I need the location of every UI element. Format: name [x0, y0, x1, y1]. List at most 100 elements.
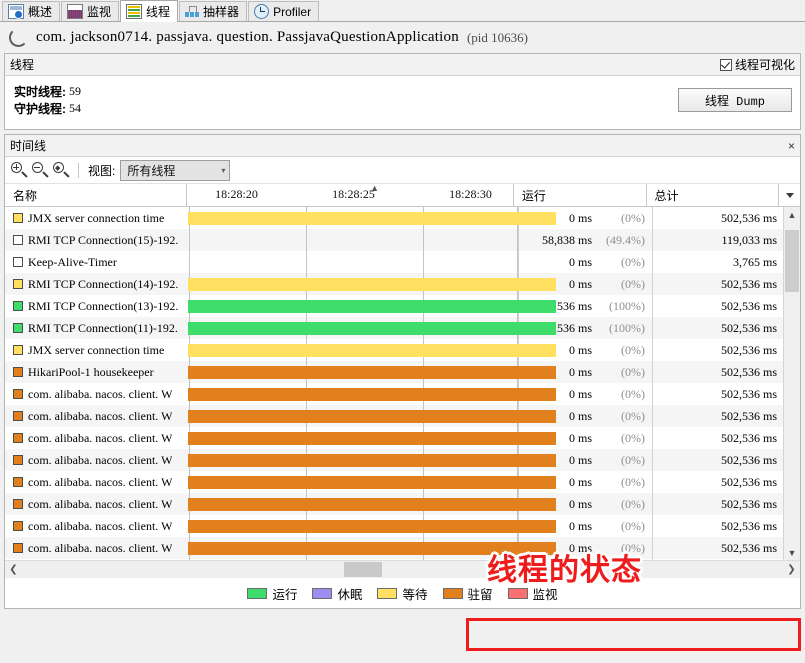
thread-timeline-cell[interactable]: [188, 317, 556, 339]
horizontal-scrollbar[interactable]: ❮ ❯: [5, 560, 800, 578]
scroll-up-icon[interactable]: ▲: [784, 207, 800, 222]
thread-timeline-cell[interactable]: [188, 383, 556, 405]
close-icon[interactable]: ×: [788, 140, 795, 152]
thread-state-swatch[interactable]: [13, 389, 23, 399]
tab-monitor[interactable]: 监视: [61, 1, 120, 21]
legend-swatch: [247, 587, 268, 599]
thread-state-swatch[interactable]: [13, 235, 23, 245]
total-time-cell: 502,536 ms: [652, 295, 783, 317]
thread-timeline-cell[interactable]: [188, 273, 556, 295]
horizontal-scroll-track[interactable]: [22, 561, 783, 578]
zoom-out-icon[interactable]: [32, 162, 49, 178]
table-row[interactable]: RMI TCP Connection(15)-192. 58,838 ms (49.…: [5, 229, 783, 251]
timeline-bar[interactable]: [188, 212, 556, 225]
column-header-name[interactable]: 名称: [5, 184, 186, 206]
horizontal-scroll-thumb[interactable]: [344, 562, 382, 577]
table-row[interactable]: Keep-Alive-Timer 0 ms (0%) 3,765 ms: [5, 251, 783, 273]
tab-profiler-label: Profiler: [273, 4, 312, 19]
thread-timeline-cell[interactable]: [188, 229, 518, 251]
vertical-scroll-track[interactable]: [784, 222, 800, 545]
thread-state-swatch[interactable]: [13, 323, 23, 333]
tab-profiler[interactable]: Profiler: [248, 1, 320, 21]
thread-dump-button[interactable]: 线程 Dump: [678, 88, 792, 112]
state-legend: 运行 休眠 等待 驻留 监视: [5, 578, 800, 608]
total-time-value: 502,536 ms: [720, 518, 777, 533]
table-row[interactable]: HikariPool-1 housekeeper 0 ms (0%) 502,536 …: [5, 361, 783, 383]
column-header-total[interactable]: 总计: [645, 184, 779, 206]
thread-timeline-cell[interactable]: [188, 339, 556, 361]
timeline-bar[interactable]: [188, 322, 556, 335]
timeline-bar[interactable]: [188, 366, 556, 379]
table-row[interactable]: com. alibaba. nacos. client. W0 ms(0%)50…: [5, 493, 783, 515]
timeline-bar[interactable]: [188, 498, 556, 511]
thread-timeline-cell[interactable]: [188, 295, 556, 317]
view-select[interactable]: 所有线程 ▾: [120, 159, 231, 181]
thread-timeline-cell[interactable]: [188, 361, 556, 383]
timeline-bar[interactable]: [188, 454, 556, 467]
thread-timeline-cell[interactable]: [188, 449, 556, 471]
timeline-gridline: [189, 229, 190, 251]
timeline-bar[interactable]: [188, 432, 556, 445]
timeline-bar[interactable]: [188, 388, 556, 401]
tab-threads[interactable]: 线程: [120, 0, 179, 22]
thread-timeline-cell[interactable]: [188, 251, 518, 273]
thread-state-swatch[interactable]: [13, 477, 23, 487]
thread-timeline-cell[interactable]: [188, 427, 556, 449]
thread-name-label: com. alibaba. nacos. client. W: [28, 474, 173, 489]
thread-state-swatch[interactable]: [13, 499, 23, 509]
legend-swatch: [507, 587, 528, 599]
scroll-right-icon[interactable]: ❯: [783, 564, 800, 575]
tab-sampler[interactable]: 抽样器: [179, 1, 248, 21]
table-row[interactable]: com. alibaba. nacos. client. W0 ms(0%)50…: [5, 471, 783, 493]
table-row[interactable]: RMI TCP Connection(11)-192. 502,536 ms (10…: [5, 317, 783, 339]
thread-state-swatch[interactable]: [13, 433, 23, 443]
thread-timeline-cell[interactable]: [188, 405, 556, 427]
timeline-bar[interactable]: [188, 344, 556, 357]
table-row[interactable]: com. alibaba. nacos. client. W0 ms(0%)50…: [5, 383, 783, 405]
thread-state-swatch[interactable]: [13, 521, 23, 531]
table-row[interactable]: com. alibaba. nacos. client. W0 ms(0%)50…: [5, 515, 783, 537]
tab-overview[interactable]: 概述: [2, 1, 61, 21]
vertical-scroll-thumb[interactable]: [785, 230, 799, 292]
table-row[interactable]: RMI TCP Connection(13)-192. 502,536 ms (10…: [5, 295, 783, 317]
column-chooser-button[interactable]: [778, 184, 800, 206]
thread-timeline-cell[interactable]: [188, 471, 556, 493]
table-row[interactable]: com. alibaba. nacos. client. W0 ms(0%)50…: [5, 537, 783, 559]
thread-name-label: com. alibaba. nacos. client. W: [28, 408, 173, 423]
table-row[interactable]: JMX server connection time 0 ms (0%) 502,53…: [5, 339, 783, 361]
thread-visualize-checkbox[interactable]: 线程可视化: [719, 56, 795, 73]
vertical-scrollbar[interactable]: ▲ ▼: [783, 207, 800, 560]
thread-timeline-cell[interactable]: [188, 493, 556, 515]
thread-state-swatch[interactable]: [13, 411, 23, 421]
timeline-bar[interactable]: [188, 410, 556, 423]
timeline-bar[interactable]: [188, 476, 556, 489]
total-time-value: 502,536 ms: [720, 386, 777, 401]
scroll-left-icon[interactable]: ❮: [5, 564, 22, 575]
thread-state-swatch[interactable]: [13, 345, 23, 355]
thread-state-swatch[interactable]: [13, 257, 23, 267]
thread-timeline-cell[interactable]: [188, 515, 556, 537]
column-header-timeline[interactable]: 18:28:20 18:28:25 18:28:30 ▲: [186, 183, 513, 206]
scroll-down-icon[interactable]: ▼: [784, 545, 800, 560]
table-row[interactable]: com. alibaba. nacos. client. W0 ms(0%)50…: [5, 427, 783, 449]
timeline-bar[interactable]: [188, 520, 556, 533]
thread-state-swatch[interactable]: [13, 455, 23, 465]
zoom-fit-icon[interactable]: ◆: [53, 162, 70, 178]
table-row[interactable]: RMI TCP Connection(14)-192. 0 ms (0%) 502,5…: [5, 273, 783, 295]
thread-timeline-cell[interactable]: [188, 207, 556, 229]
timeline-bar[interactable]: [188, 300, 556, 313]
zoom-in-icon[interactable]: [11, 162, 28, 178]
thread-state-swatch[interactable]: [13, 543, 23, 553]
column-header-running[interactable]: 运行: [512, 184, 646, 206]
thread-name-cell: RMI TCP Connection(13)-192.: [5, 299, 188, 314]
total-time-value: 502,536 ms: [720, 474, 777, 489]
thread-state-swatch[interactable]: [13, 367, 23, 377]
table-row[interactable]: JMX server connection time 0 ms (0%) 502,53…: [5, 207, 783, 229]
table-row[interactable]: com. alibaba. nacos. client. W0 ms(0%)50…: [5, 405, 783, 427]
timeline-bar[interactable]: [188, 278, 556, 291]
thread-timeline-cell[interactable]: [188, 537, 556, 559]
table-row[interactable]: com. alibaba. nacos. client. W0 ms(0%)50…: [5, 449, 783, 471]
thread-state-swatch[interactable]: [13, 213, 23, 223]
thread-state-swatch[interactable]: [13, 301, 23, 311]
thread-state-swatch[interactable]: [13, 279, 23, 289]
